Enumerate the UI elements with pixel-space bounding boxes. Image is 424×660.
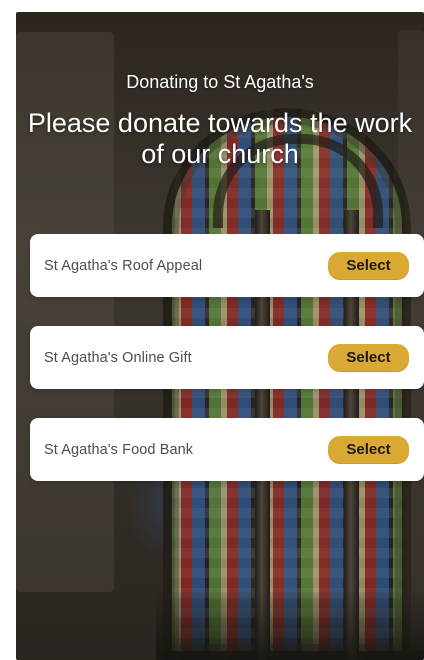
donation-panel: Donating to St Agatha's Please donate to… xyxy=(16,12,424,660)
donation-option-food-bank[interactable]: St Agatha's Food Bank Select xyxy=(30,418,424,481)
donation-subtitle: Donating to St Agatha's xyxy=(126,72,314,92)
select-food-bank-button[interactable]: Select xyxy=(328,435,409,464)
donation-option-roof-appeal[interactable]: St Agatha's Roof Appeal Select xyxy=(30,234,424,297)
donation-option-online-gift[interactable]: St Agatha's Online Gift Select xyxy=(30,326,424,389)
select-online-gift-button[interactable]: Select xyxy=(328,343,409,372)
select-roof-appeal-button[interactable]: Select xyxy=(328,251,409,280)
donation-option-label: St Agatha's Food Bank xyxy=(44,441,194,458)
donation-content: Donating to St Agatha's Please donate to… xyxy=(16,12,424,660)
donation-option-label: St Agatha's Online Gift xyxy=(44,349,192,366)
donation-title: Please donate towards the work of our ch… xyxy=(27,108,413,169)
donation-option-label: St Agatha's Roof Appeal xyxy=(44,257,203,274)
